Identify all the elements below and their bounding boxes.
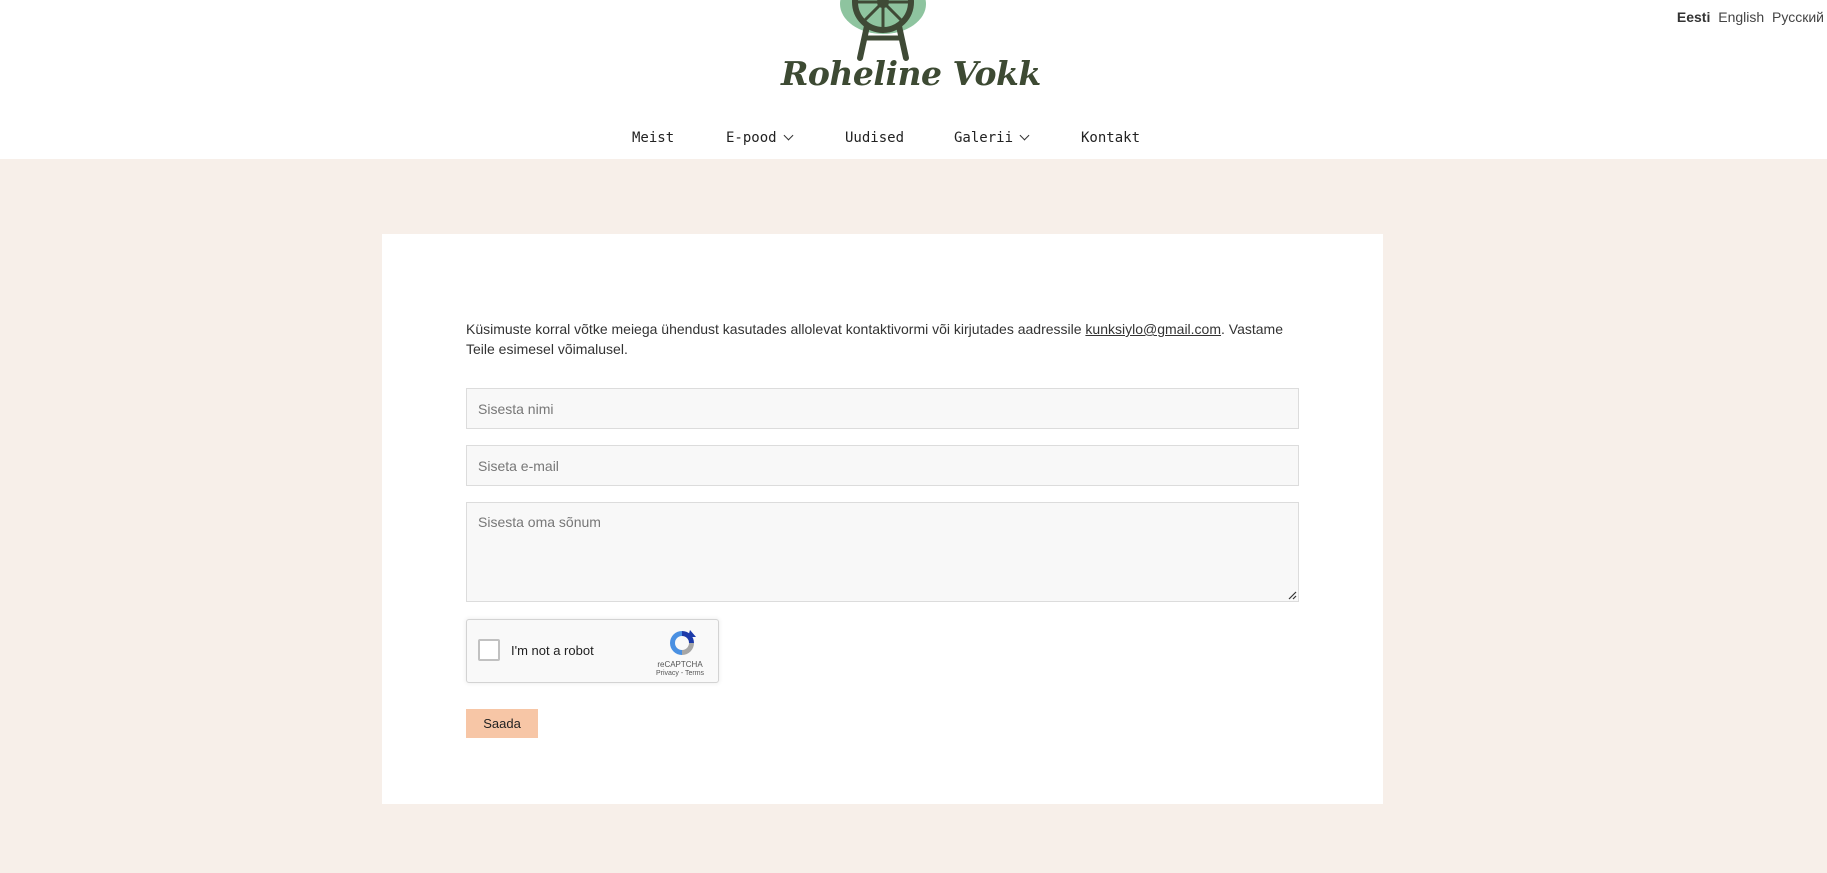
recaptcha-brand: reCAPTCHA: [657, 660, 703, 669]
nav-item-galerii[interactable]: Galerii: [954, 130, 1030, 146]
nav-item-label: E-pood: [726, 130, 777, 146]
lang-english[interactable]: English: [1718, 9, 1764, 25]
chevron-down-icon: [1019, 130, 1030, 141]
email-input[interactable]: [466, 445, 1299, 486]
recaptcha-checkbox[interactable]: [478, 639, 500, 661]
lang-russian[interactable]: Русский: [1772, 9, 1824, 25]
recaptcha-label: I'm not a robot: [511, 643, 594, 658]
brand-name: Roheline Vokk: [781, 54, 1041, 93]
recaptcha-logo-icon: [670, 630, 696, 655]
nav-item-label: Kontakt: [1081, 130, 1141, 146]
contact-email-link[interactable]: kunksiylo@gmail.com: [1085, 321, 1221, 337]
message-textarea[interactable]: [466, 502, 1299, 602]
nav-item-kontakt[interactable]: Kontakt: [1081, 130, 1140, 146]
nav-item-e-pood[interactable]: E-pood: [726, 130, 794, 146]
main-nav: Meist E-pood Uudised Galerii Kontakt: [0, 126, 1827, 150]
name-input[interactable]: [466, 388, 1299, 429]
intro-text: Küsimuste korral võtke meiega ühendust k…: [466, 321, 1086, 337]
resize-grip-icon[interactable]: [1287, 590, 1297, 600]
recaptcha-links[interactable]: Privacy - Terms: [649, 670, 711, 677]
contact-card: Küsimuste korral võtke meiega ühendust k…: [382, 234, 1383, 804]
recaptcha-widget: I'm not a robot reCAPTCHA Privacy - Term…: [466, 619, 719, 683]
submit-button[interactable]: Saada: [466, 709, 538, 738]
nav-item-label: Uudised: [845, 130, 905, 146]
nav-item-label: Meist: [632, 130, 675, 146]
site-logo[interactable]: Roheline Vokk: [770, 0, 1041, 100]
language-switcher: Eesti English Русский: [1673, 9, 1824, 25]
chevron-down-icon: [783, 130, 794, 141]
contact-intro: Küsimuste korral võtke meiega ühendust k…: [466, 319, 1306, 359]
lang-estonian[interactable]: Eesti: [1677, 9, 1710, 25]
nav-item-meist[interactable]: Meist: [632, 130, 674, 146]
nav-item-label: Galerii: [954, 130, 1014, 146]
nav-item-uudised[interactable]: Uudised: [845, 130, 904, 146]
site-header: Roheline Vokk Eesti English Русский Meis…: [0, 0, 1827, 159]
